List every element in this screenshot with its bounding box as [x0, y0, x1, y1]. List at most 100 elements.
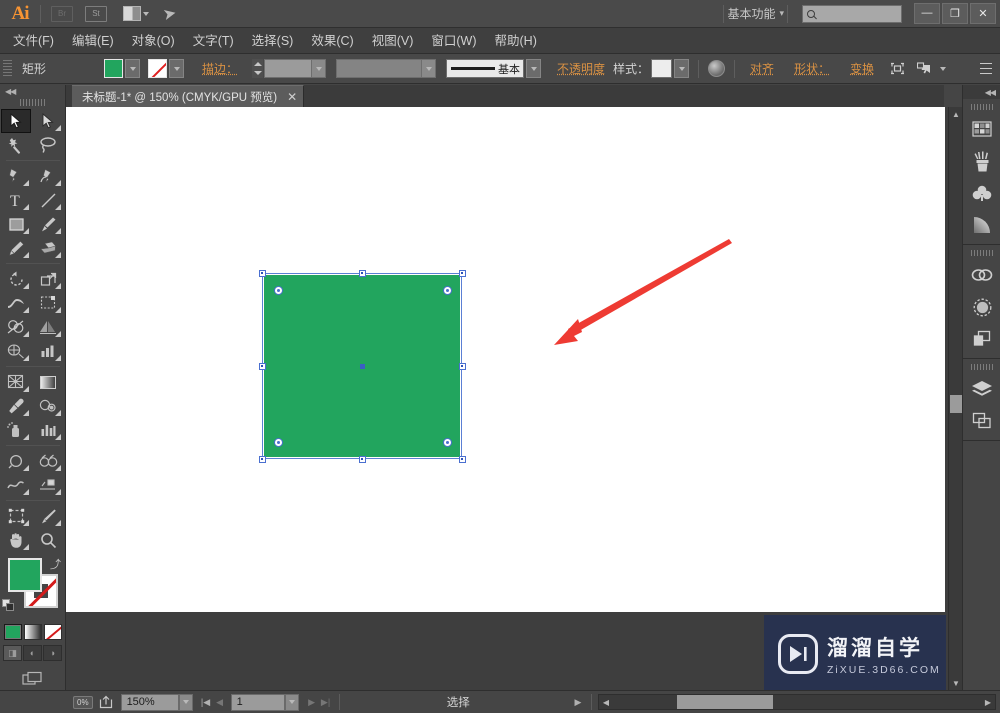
shape-button[interactable]: 形状： — [788, 60, 836, 77]
stroke-weight-stepper[interactable] — [252, 59, 263, 78]
select-similar-objects-icon[interactable] — [914, 59, 936, 79]
lasso-tool[interactable] — [33, 133, 63, 157]
color-panel-icon[interactable] — [963, 113, 1000, 145]
zoom-level-dropdown[interactable] — [179, 694, 193, 711]
crop-artboard-tool[interactable] — [1, 504, 31, 528]
collapse-panel-icon[interactable]: ◀◀ — [0, 85, 65, 97]
draw-normal-button[interactable]: ◨ — [3, 645, 22, 661]
slice-tool[interactable] — [33, 449, 63, 473]
vertical-scroll-thumb[interactable] — [950, 395, 962, 413]
selection-tool[interactable] — [1, 109, 31, 133]
gradient-panel-icon[interactable] — [963, 209, 1000, 241]
recolor-artwork-icon[interactable] — [708, 60, 725, 77]
draw-behind-button[interactable]: ◐ — [23, 645, 42, 661]
gradient-mesh-tool[interactable] — [1, 370, 31, 394]
handle-top-right[interactable] — [459, 270, 466, 277]
color-mode-button[interactable] — [4, 624, 22, 640]
artboard-number-dropdown[interactable] — [285, 694, 299, 711]
stroke-weight-input[interactable] — [264, 59, 326, 78]
corner-widget-top-right[interactable] — [443, 286, 452, 295]
blend-tool[interactable] — [33, 394, 63, 418]
reshape-tool[interactable] — [1, 449, 31, 473]
brush-preview[interactable]: 基本 — [446, 59, 524, 78]
artboard-navigation-icon[interactable]: 0% — [66, 691, 96, 713]
tools-drag-grip[interactable] — [20, 97, 46, 107]
eyedropper-tool[interactable] — [1, 394, 31, 418]
zoom-level-input[interactable]: 150% — [121, 694, 179, 711]
brush-dropdown[interactable] — [526, 59, 541, 78]
document-tab[interactable]: 未标题-1* @ 150% (CMYK/GPU 预览) ✕ — [72, 85, 304, 107]
horizontal-scroll-thumb[interactable] — [677, 695, 773, 709]
panel-drag-grip[interactable] — [971, 102, 993, 111]
menu-help[interactable]: 帮助(H) — [486, 28, 546, 54]
handle-top-left[interactable] — [259, 270, 266, 277]
brushes-panel-icon[interactable] — [963, 145, 1000, 177]
gradient-mode-button[interactable] — [24, 624, 42, 640]
menu-view[interactable]: 视图(V) — [363, 28, 423, 54]
scale-tool[interactable] — [33, 267, 63, 291]
stock-button[interactable]: St — [83, 4, 109, 24]
style-dropdown[interactable] — [674, 59, 689, 78]
draw-inside-button[interactable]: ◑ — [43, 645, 62, 661]
links-panel-icon[interactable] — [963, 259, 1000, 291]
workspace-switcher[interactable]: 基本功能 ▾ — [724, 2, 787, 25]
brush-definition-control[interactable]: 基本 — [446, 59, 541, 78]
next-artboard-button[interactable]: ▶ — [305, 694, 319, 711]
panel-options-icon[interactable] — [978, 63, 992, 75]
paintbrush-tool[interactable] — [33, 212, 63, 236]
menu-window[interactable]: 窗口(W) — [422, 28, 485, 54]
handle-top-center[interactable] — [359, 270, 366, 277]
close-button[interactable]: ✕ — [970, 3, 996, 24]
minimize-button[interactable]: — — [914, 3, 940, 24]
handle-middle-right[interactable] — [459, 363, 466, 370]
width-tool[interactable] — [1, 291, 31, 315]
variable-width-dropdown[interactable] — [421, 60, 435, 77]
hand-tool[interactable] — [1, 528, 31, 552]
variable-width-profile-input[interactable] — [336, 59, 436, 78]
scroll-up-icon[interactable]: ▲ — [949, 107, 963, 121]
transform-button[interactable]: 变换 — [844, 60, 880, 77]
first-artboard-button[interactable]: |◀ — [199, 694, 213, 711]
scroll-left-icon[interactable]: ◀ — [599, 695, 613, 709]
swap-fill-stroke-icon[interactable]: ⤴ — [50, 556, 62, 568]
handle-middle-left[interactable] — [259, 363, 266, 370]
handle-bottom-right[interactable] — [459, 456, 466, 463]
menu-file[interactable]: 文件(F) — [4, 28, 63, 54]
vertical-scrollbar[interactable]: ▲ ▼ — [948, 107, 962, 690]
layers-panel-icon[interactable] — [963, 373, 1000, 405]
mesh-tool[interactable] — [1, 339, 31, 363]
shape-builder-tool[interactable] — [1, 315, 31, 339]
gradient-tool[interactable] — [33, 370, 63, 394]
scroll-right-icon[interactable]: ▶ — [981, 695, 995, 709]
close-icon[interactable]: ✕ — [287, 91, 297, 103]
corner-widget-top-left[interactable] — [274, 286, 283, 295]
rotate-tool[interactable] — [1, 267, 31, 291]
perspective-grid-tool[interactable] — [33, 315, 63, 339]
rectangle-tool[interactable] — [1, 212, 31, 236]
handle-bottom-center[interactable] — [359, 456, 366, 463]
expand-panels-icon[interactable]: ◀◀ — [963, 85, 1000, 99]
eraser-tool[interactable] — [33, 236, 63, 260]
graphic-style-control[interactable] — [651, 59, 689, 78]
scroll-down-icon[interactable]: ▼ — [949, 676, 963, 690]
column-graph-tool[interactable] — [33, 339, 63, 363]
search-input[interactable] — [802, 5, 902, 23]
document-canvas[interactable]: 溜溜自学 ZiXUE.3D66.COM — [66, 107, 962, 690]
share-document-icon[interactable] — [96, 691, 117, 713]
isolate-selected-icon[interactable] — [886, 59, 908, 79]
menu-object[interactable]: 对象(O) — [123, 28, 184, 54]
fill-color-swatch[interactable] — [8, 558, 42, 592]
menu-type[interactable]: 文字(T) — [184, 28, 243, 54]
magic-wand-tool[interactable] — [1, 133, 31, 157]
bridge-button[interactable]: Br — [49, 4, 75, 24]
line-segment-tool[interactable] — [33, 188, 63, 212]
artboard-tool[interactable] — [33, 473, 63, 497]
stroke-weight-dropdown[interactable] — [311, 60, 325, 77]
stroke-label[interactable]: 描边： — [196, 60, 244, 77]
style-swatch[interactable] — [651, 59, 672, 78]
pathfinder-panel-icon[interactable] — [963, 323, 1000, 355]
prev-artboard-button[interactable]: ◀ — [213, 694, 227, 711]
pencil-smooth-tool[interactable] — [1, 473, 31, 497]
fill-color-control[interactable] — [104, 59, 140, 78]
menu-effect[interactable]: 效果(C) — [302, 28, 362, 54]
